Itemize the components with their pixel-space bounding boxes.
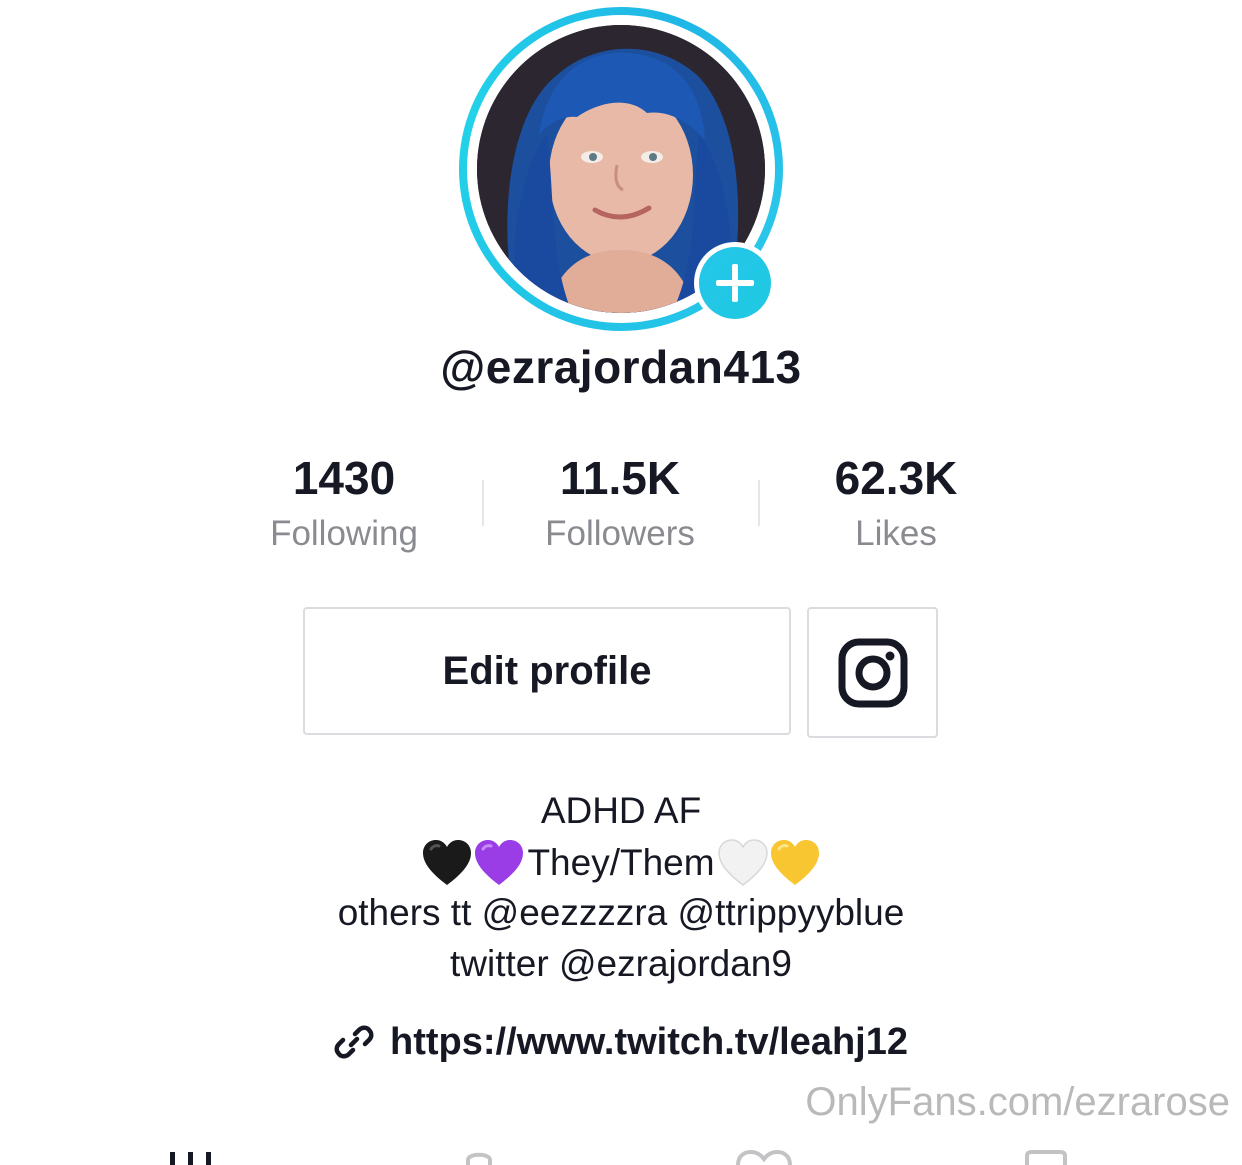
white-heart-icon: [717, 839, 769, 887]
bio-line-2: They/Them: [0, 837, 1242, 889]
purple-heart-icon: [473, 839, 525, 887]
followers-count: 11.5K: [559, 452, 681, 504]
profile-link[interactable]: https://www.twitch.tv/leahj12: [0, 1014, 1242, 1070]
link-icon: [334, 1025, 374, 1059]
following-count: 1430: [292, 452, 396, 504]
heart-icon[interactable]: [734, 1150, 794, 1165]
stat-divider: [758, 480, 760, 526]
watermark: OnlyFans.com/ezrarose: [805, 1080, 1230, 1124]
username: @ezrajordan413: [440, 341, 802, 393]
bio-line-1: ADHD AF: [540, 790, 702, 831]
link-url: https://www.twitch.tv/leahj12: [390, 1020, 908, 1063]
stat-divider: [482, 480, 484, 526]
instagram-icon: [838, 638, 908, 708]
likes-label: Likes: [855, 514, 937, 553]
stat-followers[interactable]: 11.5K Followers: [500, 450, 740, 560]
bio-pronouns: They/Them: [527, 842, 715, 883]
followers-label: Followers: [545, 514, 695, 553]
lock-icon[interactable]: [462, 1150, 496, 1165]
stat-following[interactable]: 1430 Following: [224, 450, 464, 560]
edit-profile-button[interactable]: Edit profile: [303, 607, 791, 735]
black-heart-icon: [421, 839, 473, 887]
likes-count: 62.3K: [834, 452, 958, 504]
following-label: Following: [270, 514, 418, 553]
yellow-heart-icon: [769, 839, 821, 887]
bio-line-3: others tt @eezzzzra @ttrippyyblue: [337, 892, 905, 933]
grid-icon[interactable]: [168, 1150, 216, 1165]
instagram-button[interactable]: [807, 607, 938, 738]
stat-likes[interactable]: 62.3K Likes: [776, 450, 1016, 560]
add-badge-circle: [699, 247, 771, 319]
plus-icon: [716, 264, 754, 302]
add-avatar-button[interactable]: [694, 242, 776, 324]
bio-line-4: twitter @ezrajordan9: [450, 943, 792, 984]
bookmark-icon[interactable]: [1024, 1150, 1068, 1165]
